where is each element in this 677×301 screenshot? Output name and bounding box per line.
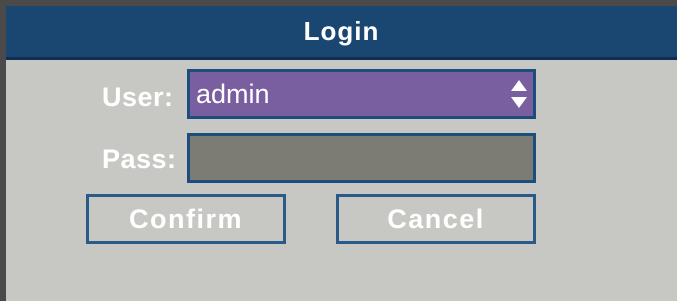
confirm-button[interactable]: Confirm xyxy=(86,194,286,244)
login-dialog: Login User: admin Pass: Confirm Cancel xyxy=(6,6,677,301)
cancel-button[interactable]: Cancel xyxy=(336,194,536,244)
user-select[interactable]: admin xyxy=(187,69,536,119)
title-bar: Login xyxy=(6,6,677,60)
updown-arrows-icon[interactable] xyxy=(509,78,529,110)
password-field[interactable] xyxy=(187,133,536,183)
user-select-value: admin xyxy=(196,78,270,109)
user-label: User: xyxy=(102,82,174,112)
pass-label: Pass: xyxy=(102,144,177,174)
dialog-title: Login xyxy=(303,16,380,46)
